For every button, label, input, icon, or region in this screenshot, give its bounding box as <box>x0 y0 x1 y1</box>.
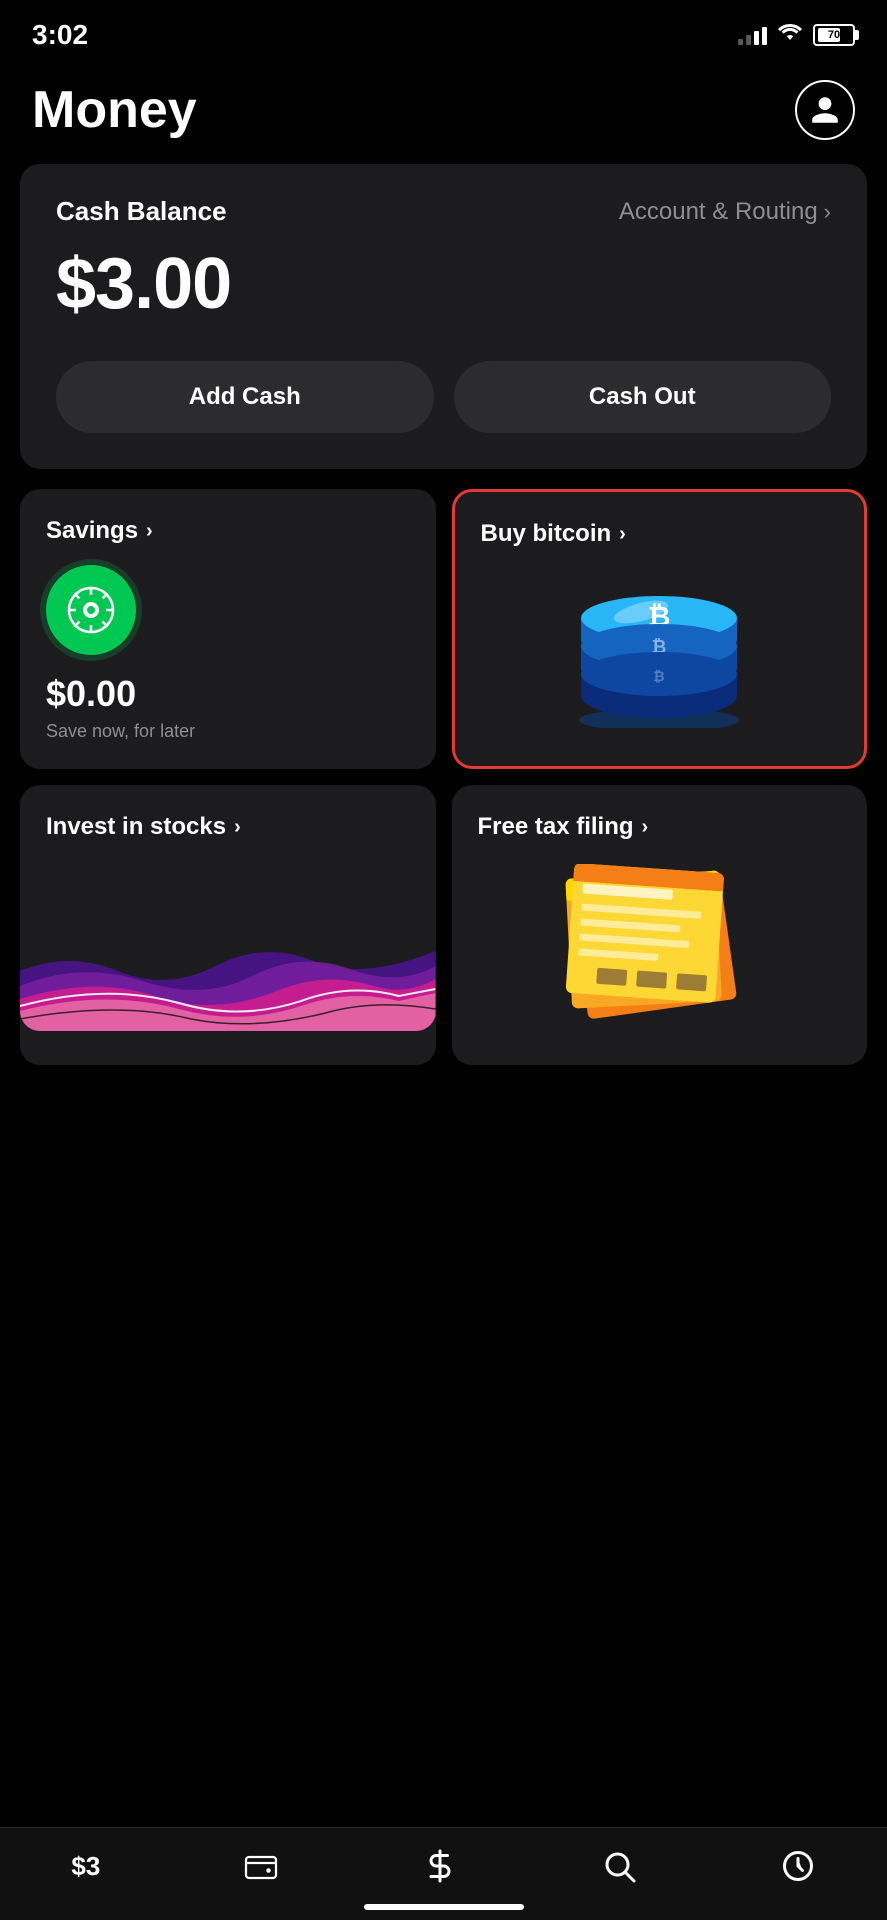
cash-balance-card: Cash Balance Account & Routing › $3.00 A… <box>20 164 867 469</box>
header: Money <box>0 60 887 164</box>
cash-amount: $3.00 <box>56 243 831 325</box>
savings-title: Savings › <box>46 517 410 545</box>
cards-grid: Savings › $0.00 Save now, for later <box>20 489 867 1065</box>
account-routing-text: Account & Routing <box>619 198 818 226</box>
nav-search-button[interactable] <box>601 1848 637 1884</box>
cash-balance-label: Cash Balance <box>56 196 227 227</box>
status-bar: 3:02 70 <box>0 0 887 60</box>
wifi-icon <box>777 22 803 48</box>
cash-actions: Add Cash Cash Out <box>56 361 831 433</box>
tax-illustration <box>452 861 868 1031</box>
chevron-right-icon: › <box>642 816 649 839</box>
invest-stocks-card[interactable]: Invest in stocks › <box>20 785 436 1065</box>
stocks-title: Invest in stocks › <box>46 813 410 841</box>
tax-title: Free tax filing › <box>478 813 842 841</box>
profile-icon <box>809 94 841 126</box>
chevron-right-icon: › <box>234 816 241 839</box>
status-time: 3:02 <box>32 19 88 51</box>
savings-subtitle: Save now, for later <box>46 721 410 742</box>
clock-icon <box>780 1848 816 1884</box>
cash-out-button[interactable]: Cash Out <box>454 361 832 433</box>
chevron-right-icon: › <box>824 199 831 225</box>
chevron-right-icon: › <box>146 520 153 543</box>
bitcoin-title: Buy bitcoin › <box>481 520 839 548</box>
stocks-illustration <box>20 861 436 1031</box>
bitcoin-illustration: ₿ ₿ ₿ <box>481 568 839 728</box>
savings-amount: $0.00 <box>46 673 410 715</box>
svg-text:₿: ₿ <box>654 668 665 684</box>
savings-card[interactable]: Savings › $0.00 Save now, for later <box>20 489 436 769</box>
add-cash-button[interactable]: Add Cash <box>56 361 434 433</box>
home-indicator <box>364 1904 524 1910</box>
savings-icon <box>46 565 136 655</box>
free-tax-card[interactable]: Free tax filing › <box>452 785 868 1065</box>
status-icons: 70 <box>738 22 855 48</box>
nav-balance[interactable]: $3 <box>71 1851 100 1882</box>
chevron-right-icon: › <box>619 523 626 546</box>
buy-bitcoin-card[interactable]: Buy bitcoin › ₿ <box>452 489 868 769</box>
profile-button[interactable] <box>795 80 855 140</box>
nav-activity-button[interactable] <box>780 1848 816 1884</box>
account-routing-link[interactable]: Account & Routing › <box>619 198 831 226</box>
nav-wallet-button[interactable] <box>243 1848 279 1884</box>
nav-cash-button[interactable] <box>422 1848 458 1884</box>
dollar-icon <box>422 1848 458 1884</box>
cash-balance-header: Cash Balance Account & Routing › <box>56 196 831 227</box>
page-title: Money <box>32 80 197 140</box>
search-icon <box>601 1848 637 1884</box>
battery-icon: 70 <box>813 24 855 46</box>
signal-icon <box>738 25 767 45</box>
wallet-icon <box>243 1848 279 1884</box>
